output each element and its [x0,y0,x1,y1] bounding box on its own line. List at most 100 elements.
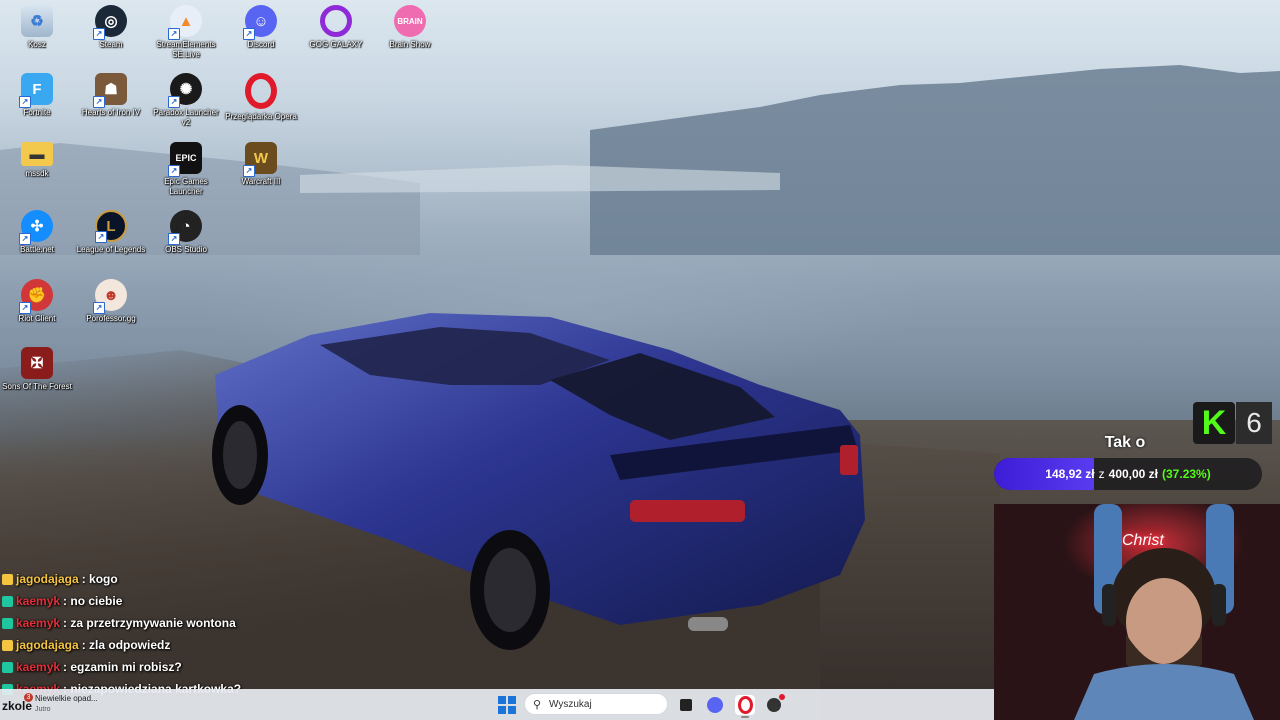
desktop-icon-sons-of-the-forest[interactable]: ✠ Sons Of The Forest [0,347,74,392]
task-view-glyph [680,699,692,711]
icon-label: mssdk [25,169,49,178]
taskbar-search-box[interactable]: ⚲ Wyszukaj [524,693,668,715]
weather-widget[interactable]: zkole 3 Niewielkie opad... Jutro [2,689,122,720]
brain-show-icon: BRAIN [394,5,426,37]
shortcut-arrow-icon: ↗ [95,231,107,243]
shortcut-arrow-icon: ↗ [168,233,180,245]
icon-label: Riot Client [18,314,56,323]
steam-icon: ◎ ↗ [93,5,127,40]
desktop-icon-steam[interactable]: ◎ ↗ Steam [74,5,148,50]
taskbar-obs-icon[interactable] [764,694,785,715]
chat-message: kaemyk : no ciebie [2,590,282,612]
opera-icon [245,73,277,109]
blue-sports-car [212,313,865,650]
shortcut-arrow-icon: ↗ [168,165,180,177]
hearts-of-iron-icon: ☗ ↗ [93,73,127,108]
shortcut-arrow-icon: ↗ [19,96,31,108]
riot-client-icon: ✊ ↗ [19,279,53,314]
search-icon: ⚲ [533,699,542,711]
goal-title: Tak o [1104,434,1146,451]
recycle-bin-icon: ♻ [21,5,53,37]
icon-label: Brain Show [389,40,431,49]
shortcut-arrow-icon: ↗ [93,28,105,40]
icon-label: Discord [247,40,275,49]
chat-username: jagodajaga [16,572,79,586]
stream-chat-overlay: jagodajaga : kogo kaemyk : no ciebie kae… [2,568,282,700]
chat-text: : zla odpowiedz [81,638,171,652]
chat-message: kaemyk : egzamin mi robisz? [2,656,282,678]
weather-day: Jutro [35,706,51,713]
chat-username: kaemyk [16,660,61,674]
windows-start-icon[interactable] [498,696,516,714]
chat-text: : kogo [81,572,118,586]
icon-label: Sons Of The Forest [2,382,72,391]
desktop-icon-warcraft[interactable]: W ↗ Warcraft III [224,142,298,187]
chat-username: kaemyk [16,594,61,608]
icon-label: League of Legends [76,245,146,254]
gog-galaxy-icon [320,5,352,37]
obs-glyph [767,694,785,712]
goal-target: 400,00 zł [1108,467,1159,481]
weather-notification-badge: 3 [24,693,33,702]
icon-label: OBS Studio [165,245,207,254]
chat-text: : za przetrzymywanie wontona [63,616,236,630]
icon-label: Steam [99,40,123,49]
weather-description: Niewielkie opad... [35,694,98,703]
shortcut-arrow-icon: ↗ [19,302,31,314]
taskbar-opera-icon[interactable] [735,695,755,715]
opera-glyph [737,696,753,714]
chat-username: kaemyk [16,616,61,630]
desktop-icon-hearts-of-iron[interactable]: ☗ ↗ Hearts of Iron IV [74,73,148,118]
icon-label: Porofessor.gg [86,314,136,323]
active-app-indicator [741,716,749,718]
desktop-icon-obs-studio[interactable]: ◔ ↗ OBS Studio [149,210,223,255]
paradox-launcher-icon: ✺ ↗ [168,73,202,108]
icon-label: Warcraft III [241,177,281,186]
chat-message: kaemyk : za przetrzymywanie wontona [2,612,282,634]
desktop-icon-brain-show[interactable]: BRAIN Brain Show [373,5,447,50]
shortcut-arrow-icon: ↗ [243,165,255,177]
chat-badge-icon [2,617,13,629]
desktop-icon-epic-games[interactable]: EPIC ↗ Epic Games Launcher [149,142,223,197]
icon-label: StreamElements SE.Live [156,40,216,59]
viewer-count: 6 [1236,402,1272,444]
goal-percent: (37.23%) [1162,467,1211,481]
icon-label: Battle.net [20,245,54,254]
discord-glyph [707,697,723,713]
desktop-icon-recycle-bin[interactable]: ♻ Kosz [0,5,74,50]
shortcut-arrow-icon: ↗ [93,302,105,314]
desktop-icon-battlenet[interactable]: ✣ ↗ Battle.net [0,210,74,255]
warcraft-icon: W ↗ [243,142,277,177]
search-placeholder: Wyszukaj [549,699,592,710]
icon-label: Paradox Launcher v2 [153,108,219,127]
shortcut-arrow-icon: ↗ [168,96,180,108]
chat-badge-icon [2,639,13,651]
battlenet-icon: ✣ ↗ [19,210,53,245]
desktop-icon-paradox-launcher[interactable]: ✺ ↗ Paradox Launcher v2 [149,73,223,128]
goal-progress-text: 148,92 zł z 400,00 zł (37.23%) [994,458,1262,490]
taskbar: zkole 3 Niewielkie opad... Jutro [0,689,994,720]
icon-label: Epic Games Launcher [164,177,208,196]
desktop-icon-opera[interactable]: Przeglądarka Opera [224,73,298,122]
fortnite-icon: F ↗ [19,73,53,108]
desktop-icon-riot-client[interactable]: ✊ ↗ Riot Client [0,279,74,324]
chat-badge-icon [2,595,13,607]
chat-username: jagodajaga [16,638,79,652]
desktop-icon-fortnite[interactable]: F ↗ Fortnite [0,73,74,118]
task-view-icon[interactable] [676,695,696,715]
sons-of-the-forest-icon: ✠ [21,347,53,379]
desktop-icon-league-of-legends[interactable]: L ↗ League of Legends [74,210,148,255]
desktop-icon-gog-galaxy[interactable]: GOG GALAXY [299,5,373,50]
desktop-icon-streamelements[interactable]: ▲ ↗ StreamElements SE.Live [149,5,223,60]
streamelements-icon: ▲ ↗ [168,5,202,40]
streamer-figure [1074,504,1254,720]
discord-icon: ☺ ↗ [243,5,277,40]
shortcut-arrow-icon: ↗ [19,233,31,245]
desktop-icon-porofessor[interactable]: ☻ ↗ Porofessor.gg [74,279,148,324]
chat-text: : no ciebie [63,594,123,608]
shortcut-arrow-icon: ↗ [243,28,255,40]
shortcut-arrow-icon: ↗ [93,96,105,108]
desktop-icon-discord[interactable]: ☺ ↗ Discord [224,5,298,50]
desktop-icon-mssdk[interactable]: ▬ mssdk [0,142,74,179]
taskbar-discord-icon[interactable] [705,695,725,715]
